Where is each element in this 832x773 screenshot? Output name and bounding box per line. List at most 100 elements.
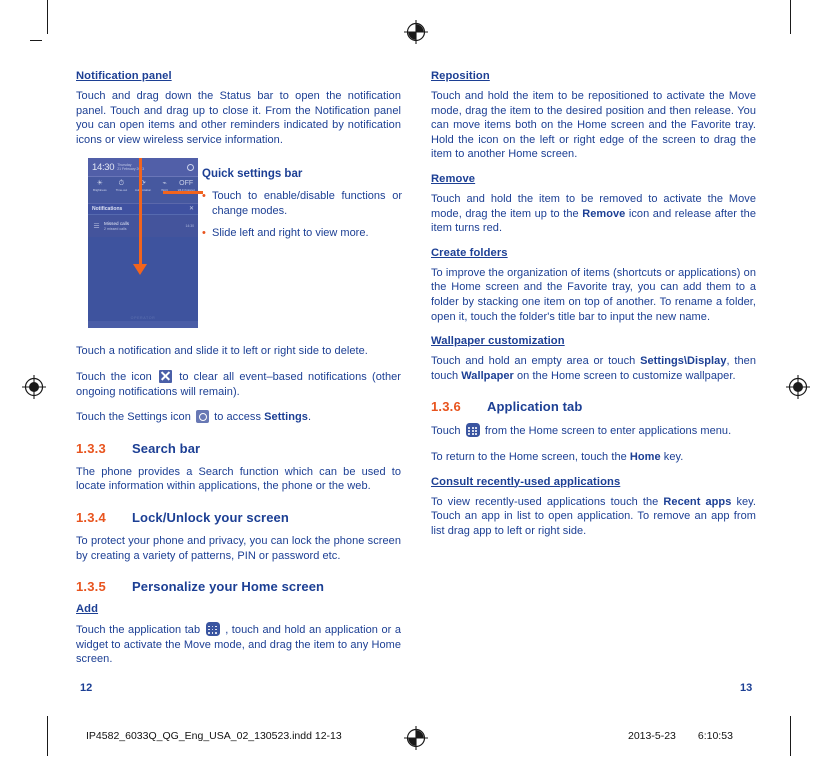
heading-add: Add xyxy=(76,603,99,616)
paragraph-create-folders: To improve the organization of items (sh… xyxy=(431,266,756,323)
app-tab-text-part1: Touch xyxy=(431,425,461,438)
paragraph-search-bar: The phone provides a Search function whi… xyxy=(76,465,401,493)
notifications-header: Notifications ✕ xyxy=(88,204,198,216)
paragraph-notification-panel: Touch and drag down the Status bar to op… xyxy=(76,90,401,146)
section-heading-1-3-3: 1.3.3 Search bar xyxy=(76,441,401,456)
status-bar-time: 14:30 xyxy=(92,161,115,173)
notification-panel-figure: 14:30 Thursday 21 February 2013 ☀ Bright… xyxy=(88,158,203,330)
app-tab-text-part2: from the Home screen to enter applicatio… xyxy=(484,425,732,438)
section-title: Application tab xyxy=(487,399,583,415)
wallpaper-text-part1: Touch and hold an empty area or touch xyxy=(431,355,636,368)
callout-bullet: • Slide left and right to view more. xyxy=(202,226,402,241)
notification-subtitle: 2 missed calls xyxy=(104,226,127,231)
quick-setting-auto-rotation[interactable]: ⟳ Auto rotation xyxy=(132,179,154,203)
heading-create-folders: Create folders xyxy=(431,246,508,259)
gear-icon[interactable] xyxy=(196,410,209,424)
paragraph-delete-notification: Touch a notification and slide it to lef… xyxy=(76,345,368,358)
imprint-date: 2013-5-23 xyxy=(628,730,676,742)
callout-bullet-text: Touch to enable/disable functions or cha… xyxy=(212,190,402,217)
wallpaper-text-bold2: Wallpaper xyxy=(461,369,514,382)
hotspot-off-icon: OFF xyxy=(179,180,194,188)
heading-remove: Remove xyxy=(431,172,476,185)
status-bar-date-line1: Thursday xyxy=(117,162,132,167)
paragraph-add-widget: Touch the application tab , touch and ho… xyxy=(76,622,401,667)
section-number: 1.3.6 xyxy=(431,399,461,415)
wallpaper-text-bold1: Settings\Display xyxy=(640,355,727,368)
drag-arrow-head xyxy=(133,264,147,276)
home-text-bold: Home xyxy=(629,450,661,463)
paragraph-home-key: To return to the Home screen, touch the … xyxy=(431,450,756,465)
app-drawer-icon[interactable] xyxy=(205,622,220,637)
paragraph-consult-recent-apps: To view recently-used applications touch… xyxy=(431,495,756,539)
notifications-title: Notifications xyxy=(92,206,123,213)
manual-page-spread: Notification panel Touch and drag down t… xyxy=(0,0,832,773)
heading-wallpaper-customization: Wallpaper customization xyxy=(431,335,565,348)
section-number: 1.3.3 xyxy=(76,440,106,456)
paragraph-lock-screen: To protect your phone and privacy, you c… xyxy=(76,534,401,562)
consult-text-bold: Recent apps xyxy=(663,495,732,508)
paragraph-remove: Touch and hold the item to be removed to… xyxy=(431,192,756,236)
quick-setting-brightness[interactable]: ☀ Brightness xyxy=(89,179,111,203)
notification-time: 14:30 xyxy=(185,224,195,229)
section-title: Lock/Unlock your screen xyxy=(132,509,289,525)
section-number: 1.3.4 xyxy=(76,509,106,525)
phone-nav-bar xyxy=(88,321,198,329)
settings-text-end: . xyxy=(307,411,312,424)
notification-item[interactable]: ☰ Missed calls 2 missed calls 14:30 xyxy=(88,215,198,238)
quick-setting-label: Time-out xyxy=(115,188,128,193)
section-title: Personalize your Home screen xyxy=(132,579,325,595)
heading-consult-recent-apps: Consult recently-used applications xyxy=(431,475,621,488)
settings-text-part1: Touch the Settings icon xyxy=(76,411,191,424)
remove-text-bold: Remove xyxy=(582,207,626,220)
imprint-time: 6:10:53 xyxy=(697,730,733,742)
quick-setting-label: Auto rotation xyxy=(134,188,152,193)
paragraph-clear-notifications: Touch the icon to clear all event–based … xyxy=(76,369,401,399)
drag-arrow-line xyxy=(139,158,142,269)
wallpaper-text-part3: on the Home screen to customize wallpape… xyxy=(517,369,736,382)
timer-icon: ⏱ xyxy=(118,180,125,188)
heading-reposition: Reposition xyxy=(431,70,490,82)
page-number-left: 12 xyxy=(80,682,93,694)
app-drawer-icon[interactable] xyxy=(465,423,480,438)
clear-text-part1: Touch the icon xyxy=(76,370,152,383)
consult-text-part1: To view recently-used applications touch… xyxy=(431,495,659,508)
right-page-column: Reposition Touch and hold the item to be… xyxy=(431,70,756,549)
paragraph-reposition: Touch and hold the item to be reposition… xyxy=(431,90,756,161)
imprint-timestamp: 2013-5-23 6:10:53 xyxy=(628,730,733,742)
paragraph-settings-icon: Touch the Settings icon to access Settin… xyxy=(76,410,401,425)
rotate-icon: ⟳ xyxy=(140,180,146,188)
left-page-column: Notification panel Touch and drag down t… xyxy=(76,70,402,678)
missed-call-icon: ☰ xyxy=(93,222,100,230)
section-heading-1-3-4: 1.3.4 Lock/Unlock your screen xyxy=(76,510,401,525)
bullet-dot-icon: • xyxy=(202,190,206,202)
callout-bullet: • Touch to enable/disable functions or c… xyxy=(202,189,402,218)
home-text-part1: To return to the Home screen, touch the xyxy=(431,450,627,463)
close-icon[interactable] xyxy=(159,369,173,383)
imprint-filename: IP4582_6033Q_QG_Eng_USA_02_130523.indd 1… xyxy=(86,730,342,742)
quick-setting-label: Brightness xyxy=(92,188,107,193)
home-text-part2: key. xyxy=(663,450,684,463)
notification-text: Missed calls 2 missed calls xyxy=(104,221,186,232)
wifi-icon: ⌁ xyxy=(162,180,167,188)
status-bar-date: Thursday 21 February 2013 xyxy=(117,163,187,172)
paragraph-application-tab: Touch from the Home screen to enter appl… xyxy=(431,423,756,439)
callout-bullet-text: Slide left and right to view more. xyxy=(212,227,369,239)
quick-settings-callout: Quick settings bar • Touch to enable/dis… xyxy=(202,168,402,249)
close-icon[interactable]: ✕ xyxy=(189,206,194,212)
quick-setting-timeout[interactable]: ⏱ Time-out xyxy=(111,179,133,203)
gear-icon[interactable] xyxy=(187,163,194,171)
section-heading-1-3-5: 1.3.5 Personalize your Home screen xyxy=(76,579,401,594)
settings-text-bold: Settings xyxy=(264,411,308,424)
add-text-part1: Touch the application tab xyxy=(76,624,201,637)
paragraph-wallpaper: Touch and hold an empty area or touch Se… xyxy=(431,354,756,383)
brightness-icon: ☀ xyxy=(96,180,103,188)
settings-text-part2: to access xyxy=(214,411,262,424)
section-heading-1-3-6: 1.3.6 Application tab xyxy=(431,399,756,414)
phone-status-bar: 14:30 Thursday 21 February 2013 xyxy=(88,158,198,178)
section-title: Search bar xyxy=(132,440,201,456)
callout-title: Quick settings bar xyxy=(202,168,303,180)
page-number-right: 13 xyxy=(740,682,753,694)
callout-leader-line xyxy=(163,191,203,194)
heading-notification-panel: Notification panel xyxy=(76,70,172,82)
bullet-dot-icon: • xyxy=(202,227,206,239)
